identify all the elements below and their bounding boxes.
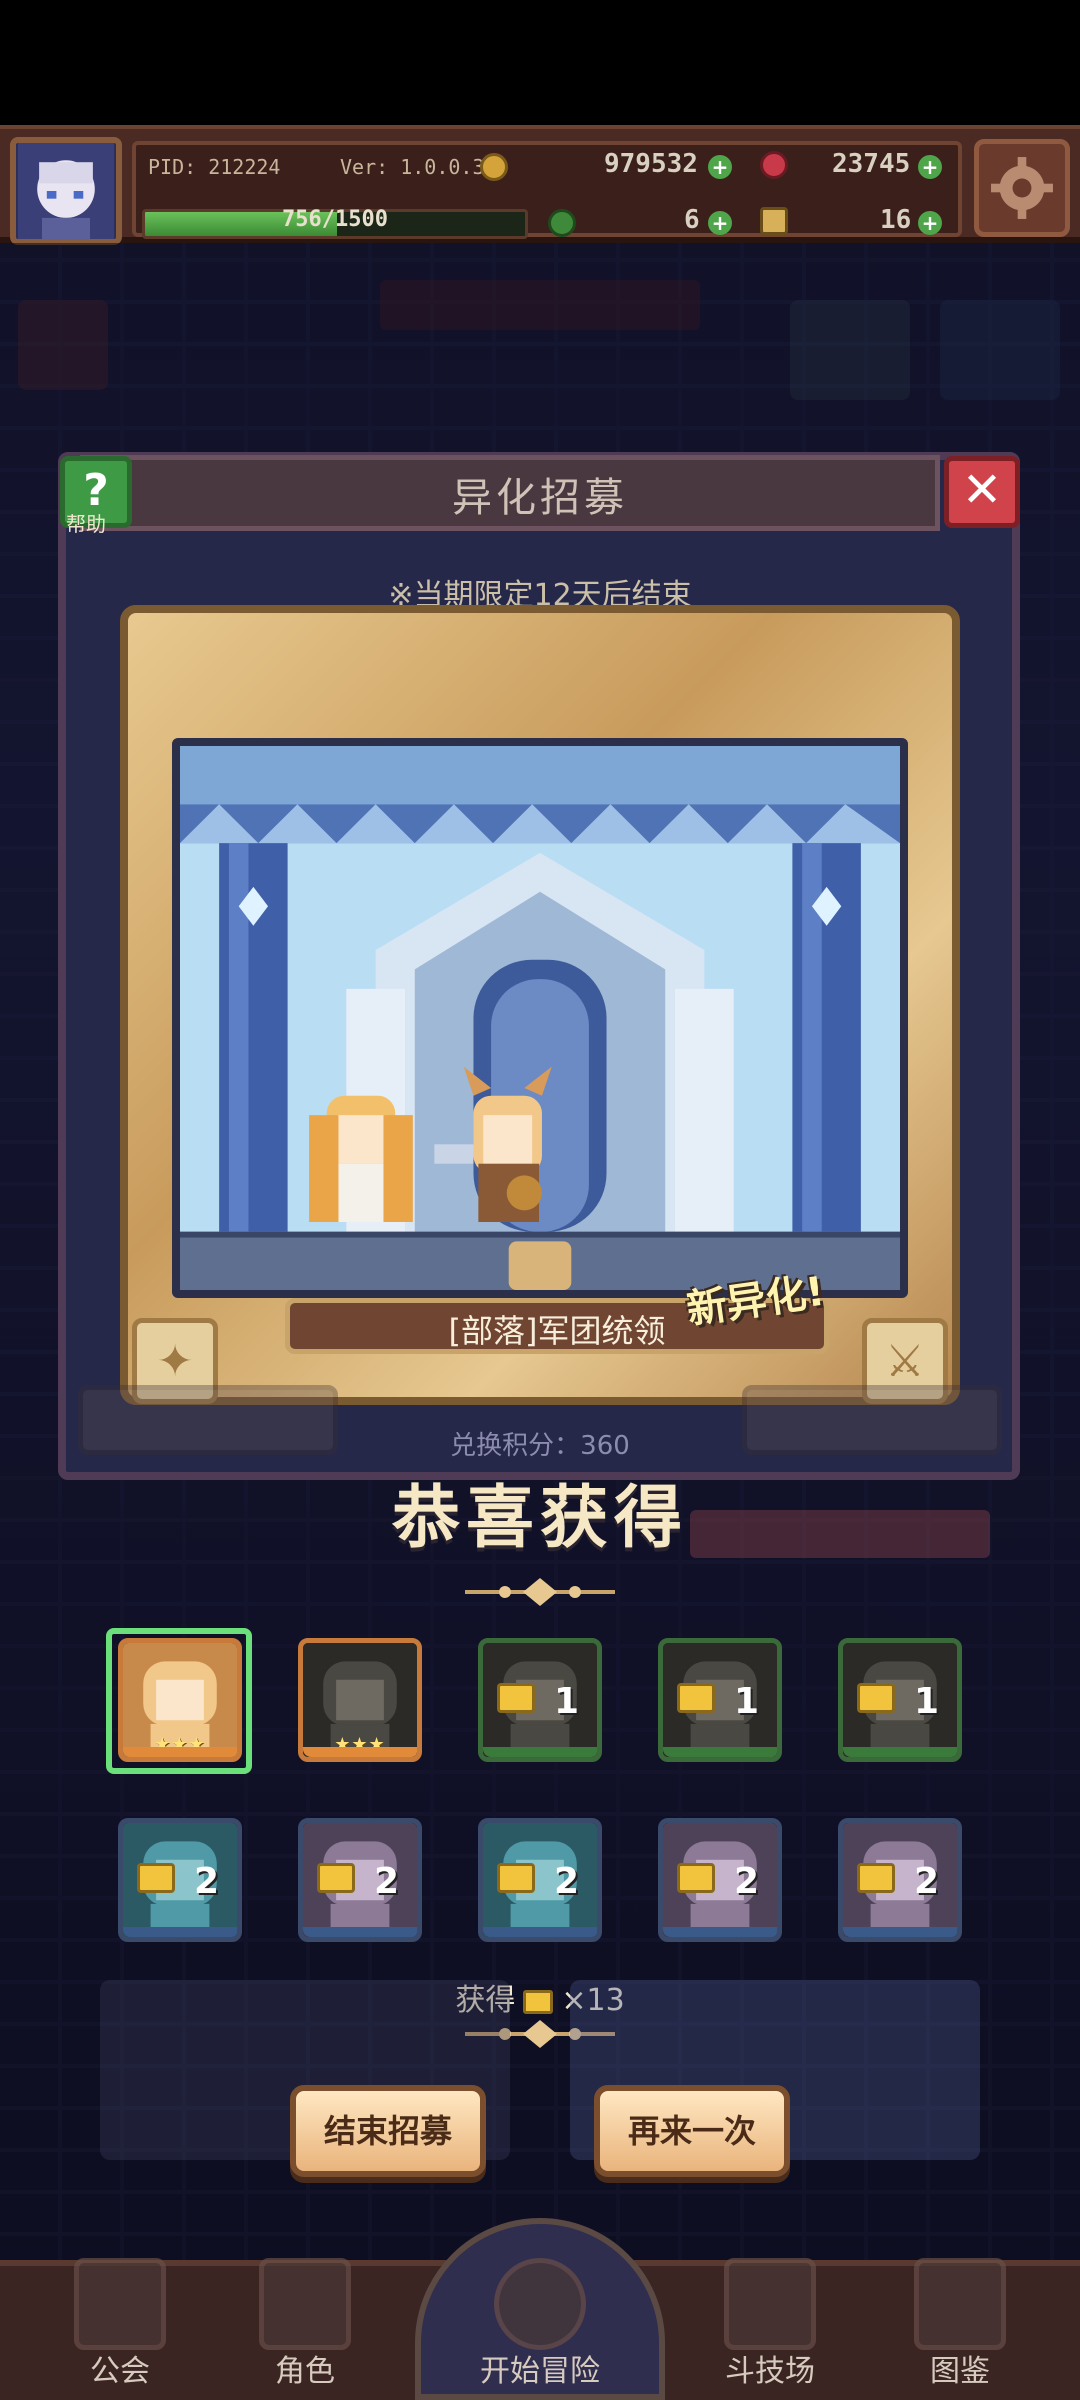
reward-fragment-slot[interactable]: 2 xyxy=(838,1818,962,1942)
reward-character-slot[interactable]: ★★★ xyxy=(298,1638,422,1762)
nav-codex[interactable]: 图鉴 xyxy=(880,2258,1040,2400)
slot-rarity-bar xyxy=(303,1927,417,1937)
divider-ornament xyxy=(465,1578,615,1606)
end-recruit-button[interactable]: 结束招募 xyxy=(290,2085,486,2177)
add-gem-button[interactable]: + xyxy=(918,155,942,179)
fragment-quantity: 1 xyxy=(913,1681,939,1722)
slot-rarity-bar xyxy=(843,1927,957,1937)
nav-character[interactable]: 角色 xyxy=(225,2258,385,2400)
reward-character-slot[interactable]: ★★★ xyxy=(118,1638,242,1762)
settings-button[interactable] xyxy=(974,139,1070,237)
reward-fragment-slot[interactable]: 2 xyxy=(478,1818,602,1942)
codex-icon xyxy=(914,2258,1006,2350)
help-label: 帮助 xyxy=(66,512,106,536)
search-icon xyxy=(494,2258,586,2350)
nav-adventure-label: 开始冒险 xyxy=(480,2354,600,2389)
slot-rarity-bar xyxy=(123,1747,237,1757)
nav-guild-label: 公会 xyxy=(90,2354,150,2389)
crossed-swords-icon xyxy=(724,2258,816,2350)
version-label: Ver: 1.0.0.3 xyxy=(340,155,485,179)
character-icon xyxy=(259,2258,351,2350)
item-amount: 16 xyxy=(880,205,912,235)
slot-rarity-bar xyxy=(303,1747,417,1757)
fragment-icon xyxy=(497,1683,535,1713)
hammer-icon xyxy=(760,207,788,235)
clover-icon xyxy=(548,209,576,237)
exp-label: 756/1500 xyxy=(282,207,388,232)
slot-rarity-bar xyxy=(483,1747,597,1757)
fragment-icon xyxy=(677,1683,715,1713)
slot-rarity-bar xyxy=(663,1747,777,1757)
fragment-icon xyxy=(857,1863,895,1893)
guild-icon xyxy=(74,2258,166,2350)
reward-fragment-slot[interactable]: 2 xyxy=(298,1818,422,1942)
fragment-icon xyxy=(677,1863,715,1893)
slot-rarity-bar xyxy=(663,1927,777,1937)
fragment-icon xyxy=(857,1683,895,1713)
fragment-icon xyxy=(137,1863,175,1893)
fragment-quantity: 2 xyxy=(553,1861,579,1902)
reward-fragment-slot[interactable]: 2 xyxy=(118,1818,242,1942)
slot-rarity-bar xyxy=(483,1927,597,1937)
fragment-quantity: 1 xyxy=(733,1681,759,1722)
player-avatar[interactable] xyxy=(10,137,122,245)
background-tag xyxy=(690,1510,990,1558)
nav-arena[interactable]: 斗技场 xyxy=(690,2258,850,2400)
reward-fragment-slot[interactable]: 2 xyxy=(658,1818,782,1942)
fragment-quantity: 2 xyxy=(193,1861,219,1902)
add-clover-button[interactable]: + xyxy=(708,211,732,235)
reward-fragment-slot[interactable]: 1 xyxy=(478,1638,602,1762)
gem-icon xyxy=(760,151,788,179)
nav-codex-label: 图鉴 xyxy=(930,2354,990,2389)
gold-amount: 979532 xyxy=(604,149,698,179)
status-bar-area xyxy=(0,0,1080,125)
add-item-button[interactable]: + xyxy=(918,211,942,235)
nav-character-label: 角色 xyxy=(275,2354,335,2389)
fragment-icon xyxy=(497,1863,535,1893)
nav-arena-label: 斗技场 xyxy=(725,2354,815,2389)
slot-rarity-bar xyxy=(843,1747,957,1757)
close-button[interactable]: ✕ xyxy=(944,456,1020,528)
exchange-points: 兑换积分：360 xyxy=(450,1431,630,1461)
fragment-icon xyxy=(317,1863,355,1893)
slot-rarity-bar xyxy=(123,1927,237,1937)
fragment-quantity: 1 xyxy=(553,1681,579,1722)
gold-coin-icon xyxy=(480,153,508,181)
dialog-title: 异化招募 xyxy=(452,475,628,521)
nav-guild[interactable]: 公会 xyxy=(40,2258,200,2400)
fragment-quantity: 2 xyxy=(913,1861,939,1902)
close-icon: ✕ xyxy=(961,462,1003,518)
nav-adventure[interactable]: 开始冒险 xyxy=(440,2258,640,2400)
reward-fragment-slot[interactable]: 1 xyxy=(838,1638,962,1762)
top-hud: PID: 212224 Ver: 1.0.0.3 979532 + 23745 … xyxy=(0,125,1080,245)
reward-fragment-slot[interactable]: 1 xyxy=(658,1638,782,1762)
character-art xyxy=(172,738,908,1298)
add-gold-button[interactable]: + xyxy=(708,155,732,179)
fragment-icon xyxy=(523,1989,554,2014)
recruit-again-button[interactable]: 再来一次 xyxy=(594,2085,790,2177)
pid-label: PID: 212224 xyxy=(148,155,281,179)
fragment-quantity: 2 xyxy=(733,1861,759,1902)
fragment-quantity: 2 xyxy=(373,1861,399,1902)
clover-amount: 6 xyxy=(684,205,700,235)
gear-icon xyxy=(991,157,1053,219)
gem-amount: 23745 xyxy=(832,149,911,179)
